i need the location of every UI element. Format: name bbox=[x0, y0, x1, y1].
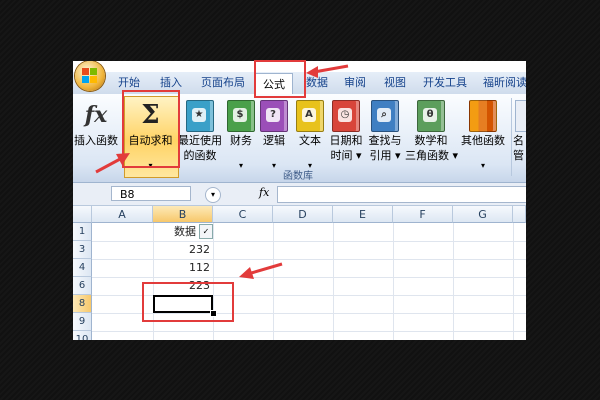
column-header-g[interactable]: G bbox=[453, 206, 513, 223]
lookup-reference-label-2: 引用 bbox=[369, 149, 392, 162]
row-header-9[interactable]: 9 bbox=[73, 313, 92, 331]
calendar-book-icon: ◷ bbox=[332, 100, 360, 132]
column-header-f[interactable]: F bbox=[393, 206, 453, 223]
date-time-label-2: 时间 bbox=[330, 149, 353, 162]
column-header-c[interactable]: C bbox=[213, 206, 273, 223]
formula-input[interactable] bbox=[277, 186, 526, 203]
result-cell-annotation-box bbox=[142, 282, 234, 322]
select-all-corner[interactable] bbox=[73, 206, 92, 223]
fx-icon: fx bbox=[84, 102, 108, 128]
row-header-4[interactable]: 4 bbox=[73, 259, 92, 277]
name-manager-label-1: 名 bbox=[513, 134, 524, 147]
insert-function-label: 插入函数 bbox=[74, 134, 118, 147]
math-trig-button[interactable]: θ 数学和 三角函数 ▾ bbox=[405, 94, 459, 174]
logical-book-icon: ? bbox=[260, 100, 288, 132]
lookup-reference-label-1: 查找与 bbox=[368, 134, 402, 147]
lookup-reference-label-2-wrap: 引用 ▾ bbox=[369, 149, 401, 162]
recently-used-label-1: 最近使用 bbox=[178, 134, 222, 147]
cell-b4[interactable]: 112 bbox=[153, 259, 213, 277]
worksheet-grid: A B C D E F G 1 3 4 6 8 9 10 数据 ✓ 232 11… bbox=[73, 206, 526, 340]
name-box[interactable]: B8 bbox=[111, 186, 191, 201]
date-time-label-2-wrap: 时间 ▾ bbox=[330, 149, 362, 162]
group-separator bbox=[511, 98, 512, 176]
financial-book-icon: $ bbox=[227, 100, 255, 132]
office-logo-icon bbox=[82, 68, 98, 84]
tab-view[interactable]: 视图 bbox=[377, 72, 413, 94]
name-manager-icon bbox=[515, 100, 526, 132]
column-header-b[interactable]: B bbox=[153, 206, 213, 223]
math-book-icon: θ bbox=[417, 100, 445, 132]
function-library-group-label: 函数库 bbox=[283, 171, 313, 182]
office-button[interactable] bbox=[75, 61, 105, 91]
formulas-tab-annotation-box bbox=[254, 60, 306, 98]
arrow-to-autosum-icon bbox=[95, 153, 130, 174]
name-manager-label-2: 管 bbox=[513, 149, 524, 162]
tab-developer[interactable]: 开发工具 bbox=[417, 72, 473, 94]
date-time-button[interactable]: ◷ 日期和 时间 ▾ bbox=[327, 94, 365, 174]
cell-b3[interactable]: 232 bbox=[153, 241, 213, 259]
name-manager-button[interactable]: 名 管 bbox=[513, 94, 526, 174]
recent-book-icon: ★ bbox=[186, 100, 214, 132]
fx-button[interactable]: fx bbox=[259, 186, 269, 199]
more-functions-label: 其他函数 bbox=[461, 134, 505, 147]
column-header-e[interactable]: E bbox=[333, 206, 393, 223]
tab-foxit-reader[interactable]: 福昕阅读 bbox=[477, 72, 526, 94]
formula-bar: B8 ▾ fx bbox=[73, 183, 526, 206]
row-header-6[interactable]: 6 bbox=[73, 277, 92, 295]
more-functions-dropdown-icon: ▾ bbox=[480, 161, 485, 170]
math-trig-label-2-wrap: 三角函数 ▾ bbox=[405, 149, 459, 162]
recently-used-label-2: 的函数 bbox=[183, 149, 217, 162]
text-button[interactable]: A 文本 ▾ bbox=[293, 94, 327, 174]
arrow-to-result-cell-icon bbox=[239, 262, 283, 279]
tab-page-layout[interactable]: 页面布局 bbox=[195, 72, 251, 94]
row-header-10[interactable]: 10 bbox=[73, 331, 92, 340]
math-trig-label-2: 三角函数 bbox=[405, 149, 449, 162]
arrow-to-formulas-tab-icon bbox=[306, 64, 349, 78]
lookup-book-icon: ⌕ bbox=[371, 100, 399, 132]
gridline bbox=[92, 331, 526, 332]
cell-b1[interactable]: 数据 bbox=[153, 223, 199, 241]
more-functions-books-icon bbox=[469, 100, 497, 132]
financial-button[interactable]: $ 财务 ▾ bbox=[223, 94, 259, 174]
row-header-1[interactable]: 1 bbox=[73, 223, 92, 241]
logical-label: 逻辑 bbox=[263, 134, 285, 147]
column-header-h[interactable] bbox=[513, 206, 526, 223]
financial-label: 财务 bbox=[230, 134, 252, 147]
column-header-a[interactable]: A bbox=[92, 206, 153, 223]
namebox-dropdown-icon[interactable]: ▾ bbox=[205, 187, 221, 203]
lookup-reference-button[interactable]: ⌕ 查找与 引用 ▾ bbox=[365, 94, 405, 174]
recently-used-button[interactable]: ★ 最近使用 的函数 bbox=[177, 94, 223, 174]
column-header-d[interactable]: D bbox=[273, 206, 333, 223]
autofilter-dropdown-icon[interactable]: ✓ bbox=[199, 224, 213, 239]
row-header-8[interactable]: 8 bbox=[73, 295, 92, 313]
date-time-label-1: 日期和 bbox=[329, 134, 363, 147]
logical-button[interactable]: ? 逻辑 ▾ bbox=[257, 94, 291, 174]
more-functions-button[interactable]: 其他函数 ▾ bbox=[457, 94, 509, 174]
text-book-icon: A bbox=[296, 100, 324, 132]
math-trig-label-1: 数学和 bbox=[414, 134, 448, 147]
text-label: 文本 bbox=[299, 134, 321, 147]
row-header-3[interactable]: 3 bbox=[73, 241, 92, 259]
